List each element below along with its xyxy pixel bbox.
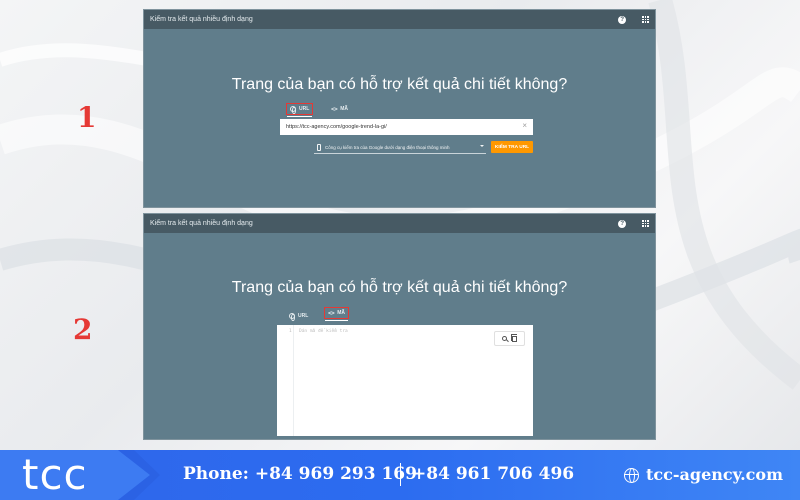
- step-number-2: 2: [73, 313, 93, 346]
- active-tab-indicator: [325, 319, 349, 321]
- copy-icon[interactable]: [510, 334, 517, 342]
- tab-code[interactable]: <> MÃ: [328, 103, 351, 115]
- website-link[interactable]: tcc-agency.com: [646, 465, 783, 484]
- globe-icon: [624, 468, 639, 483]
- user-agent-selected: Công cụ kiểm tra của Google dưới dạng đi…: [325, 145, 450, 150]
- test-url-button[interactable]: KIỂM TRA URL: [491, 141, 533, 153]
- tab-url[interactable]: URL: [286, 310, 311, 322]
- footer-divider: [400, 463, 401, 486]
- globe-icon: [290, 106, 296, 114]
- globe-icon: [289, 313, 295, 321]
- tab-code-label: MÃ: [340, 106, 349, 112]
- search-icon[interactable]: [502, 336, 507, 341]
- tab-code[interactable]: <> MÃ: [324, 307, 350, 321]
- code-placeholder: Dán mã để kiểm tra: [299, 329, 348, 334]
- phone-primary: Phone: +84 969 293 169: [183, 464, 417, 484]
- user-agent-select[interactable]: Công cụ kiểm tra của Google dưới dạng đi…: [314, 142, 486, 154]
- panel-top-bar: Kiểm tra kết quả nhiều định dạng ?: [144, 214, 655, 233]
- url-input[interactable]: https://tcc-agency.com/google-trend-la-g…: [280, 119, 533, 135]
- tab-url-label: URL: [299, 106, 310, 112]
- help-icon[interactable]: ?: [618, 219, 627, 228]
- dropdown-icon: [480, 145, 484, 147]
- apps-grid-icon[interactable]: [642, 16, 649, 23]
- tab-url[interactable]: URL: [286, 103, 314, 117]
- line-number: 1: [289, 329, 292, 334]
- active-tab-indicator: [287, 115, 313, 117]
- contact-footer: tcc Phone: +84 969 293 169 +84 961 706 4…: [0, 450, 800, 500]
- line-gutter: [277, 325, 294, 436]
- brand-logo: tcc: [22, 450, 88, 499]
- panel-top-bar: Kiểm tra kết quả nhiều định dạng ?: [144, 10, 655, 29]
- editor-toolbar: [494, 331, 525, 346]
- help-icon[interactable]: ?: [618, 15, 627, 24]
- tab-code-label: MÃ: [337, 310, 346, 316]
- panel-title: Kiểm tra kết quả nhiều định dạng: [150, 16, 253, 23]
- code-icon: <>: [328, 309, 335, 317]
- panel-title: Kiểm tra kết quả nhiều định dạng: [150, 220, 253, 227]
- code-editor[interactable]: 1 Dán mã để kiểm tra: [277, 325, 533, 436]
- code-icon: <>: [331, 105, 338, 113]
- tab-url-label: URL: [298, 313, 309, 319]
- url-input-value: https://tcc-agency.com/google-trend-la-g…: [286, 124, 387, 130]
- page-headline: Trang của bạn có hỗ trợ kết quả chi tiết…: [231, 76, 568, 93]
- rich-results-panel-url: Kiểm tra kết quả nhiều định dạng ? Trang…: [143, 9, 656, 208]
- close-icon[interactable]: ×: [522, 122, 527, 130]
- apps-grid-icon[interactable]: [642, 220, 649, 227]
- page-headline: Trang của bạn có hỗ trợ kết quả chi tiết…: [231, 279, 568, 296]
- phone-secondary: +84 961 706 496: [412, 464, 575, 484]
- smartphone-icon: [317, 144, 321, 151]
- step-number-1: 1: [77, 101, 97, 134]
